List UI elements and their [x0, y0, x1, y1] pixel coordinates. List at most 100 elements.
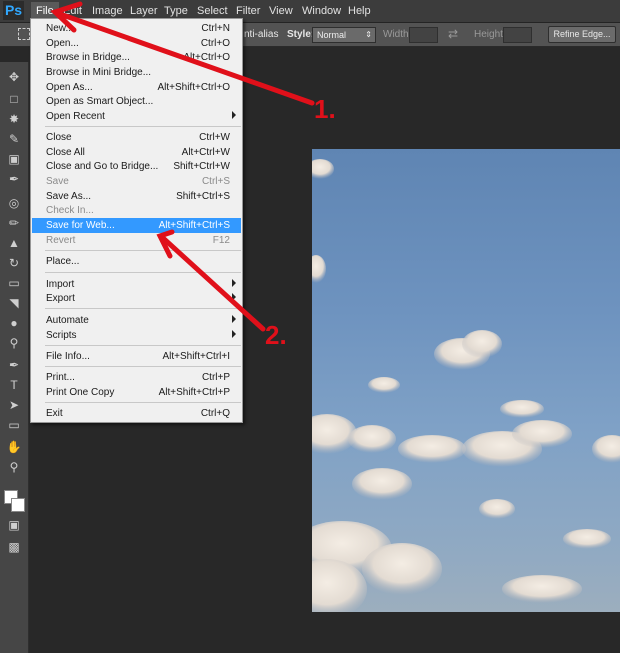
menu-separator — [45, 250, 241, 251]
menu-help[interactable]: Help — [348, 4, 371, 18]
blur-tool-icon[interactable]: ● — [6, 316, 22, 330]
menu-item-label: Open... — [46, 38, 79, 49]
menu-item-label: Open Recent — [46, 111, 105, 122]
refine-edge-button[interactable]: Refine Edge... — [548, 26, 616, 43]
brush-tool-icon[interactable]: ✏ — [6, 216, 22, 230]
menu-item-browse-mini-bridge[interactable]: Browse in Mini Bridge... — [32, 65, 241, 80]
submenu-arrow-icon — [232, 279, 236, 287]
menu-item-browse-bridge[interactable]: Browse in Bridge... Alt+Ctrl+O — [32, 50, 241, 65]
crop-tool-icon[interactable]: ▣ — [6, 152, 22, 166]
menu-item-shortcut: Shift+Ctrl+W — [173, 161, 230, 172]
menu-item-open-as[interactable]: Open As... Alt+Shift+Ctrl+O — [32, 80, 241, 95]
menu-separator — [45, 402, 241, 403]
menu-item-label: Revert — [46, 235, 76, 246]
menu-item-close-go-bridge[interactable]: Close and Go to Bridge... Shift+Ctrl+W — [32, 159, 241, 174]
menu-item-label: Browse in Bridge... — [46, 52, 130, 63]
menu-item-automate[interactable]: Automate — [32, 313, 241, 328]
menu-item-shortcut: Ctrl+Q — [200, 408, 230, 419]
menu-item-place[interactable]: Place... — [32, 254, 241, 269]
menu-item-shortcut: Alt+Ctrl+W — [181, 147, 230, 158]
eraser-tool-icon[interactable]: ▭ — [6, 276, 22, 290]
hand-tool-icon[interactable]: ✋ — [6, 440, 22, 454]
menu-item-shortcut: Ctrl+N — [201, 23, 230, 34]
menu-image[interactable]: Image — [92, 4, 123, 18]
menu-select[interactable]: Select — [197, 4, 228, 18]
lasso-tool-icon[interactable]: ✸ — [6, 112, 22, 126]
menu-separator — [45, 272, 241, 273]
menu-item-print[interactable]: Print... Ctrl+P — [32, 370, 241, 385]
menu-edit[interactable]: Edit — [63, 4, 82, 18]
menu-item-scripts[interactable]: Scripts — [32, 328, 241, 343]
menu-window[interactable]: Window — [302, 4, 341, 18]
menu-item-new[interactable]: New... Ctrl+N — [32, 21, 241, 36]
menu-item-check-in[interactable]: Check In... — [32, 203, 241, 218]
step-2-label: 2. — [265, 320, 287, 350]
type-tool-icon[interactable]: T — [6, 378, 22, 392]
menu-filter[interactable]: Filter — [236, 4, 260, 18]
menu-type[interactable]: Type — [164, 4, 188, 18]
menu-item-shortcut: Shift+Ctrl+S — [176, 191, 230, 202]
menu-item-shortcut: Alt+Shift+Ctrl+O — [157, 82, 230, 93]
marquee-options-icon[interactable] — [18, 28, 30, 40]
menu-item-shortcut: Ctrl+P — [201, 372, 230, 383]
menu-item-label: Automate — [46, 315, 89, 326]
menu-item-shortcut: Alt+Ctrl+O — [183, 52, 230, 63]
menu-item-label: Place... — [46, 256, 80, 267]
photoshop-logo: Ps — [3, 1, 24, 20]
style-label: Style: — [287, 29, 315, 40]
style-value: Normal — [317, 30, 347, 40]
menu-item-shortcut: Ctrl+O — [200, 38, 230, 49]
menu-item-save[interactable]: Save Ctrl+S — [32, 174, 241, 189]
height-field[interactable] — [503, 27, 532, 43]
path-selection-tool-icon[interactable]: ➤ — [6, 398, 22, 412]
menu-item-label: Save for Web... — [46, 220, 115, 231]
rectangle-tool-icon[interactable]: ▭ — [6, 418, 22, 432]
menu-item-revert[interactable]: Revert F12 — [32, 233, 241, 248]
menu-item-save-as[interactable]: Save As... Shift+Ctrl+S — [32, 189, 241, 204]
menu-item-save-for-web[interactable]: Save for Web... Alt+Shift+Ctrl+S — [32, 218, 241, 233]
menu-item-shortcut: F12 — [212, 235, 230, 246]
pen-tool-icon[interactable]: ✒ — [6, 358, 22, 372]
menu-item-open-smart-object[interactable]: Open as Smart Object... — [32, 94, 241, 109]
menu-separator — [45, 308, 241, 309]
menu-layer[interactable]: Layer — [130, 4, 158, 18]
eyedropper-tool-icon[interactable]: ✒ — [6, 172, 22, 186]
quick-select-tool-icon[interactable]: ✎ — [6, 132, 22, 146]
style-select[interactable]: Normal ⇕ — [312, 27, 376, 43]
menu-item-export[interactable]: Export — [32, 291, 241, 306]
menu-item-exit[interactable]: Exit Ctrl+Q — [32, 406, 241, 421]
menu-item-label: Open As... — [46, 82, 93, 93]
menu-item-label: Browse in Mini Bridge... — [46, 67, 152, 78]
menu-item-open-recent[interactable]: Open Recent — [32, 109, 241, 124]
zoom-tool-icon[interactable]: ⚲ — [6, 460, 22, 474]
menu-item-print-one-copy[interactable]: Print One Copy Alt+Shift+Ctrl+P — [32, 385, 241, 400]
screen-mode-icon[interactable]: ▩ — [6, 540, 22, 554]
menu-item-label: Close — [46, 132, 72, 143]
quick-mask-icon[interactable]: ▣ — [6, 518, 22, 532]
background-color-swatch[interactable] — [11, 498, 25, 512]
height-label: Height: — [474, 29, 506, 40]
menu-view[interactable]: View — [269, 4, 293, 18]
clone-stamp-tool-icon[interactable]: ▲ — [6, 236, 22, 250]
swap-icon[interactable]: ⇄ — [448, 27, 458, 41]
submenu-arrow-icon — [232, 111, 236, 119]
menu-item-import[interactable]: Import — [32, 277, 241, 292]
menu-item-file-info[interactable]: File Info... Alt+Shift+Ctrl+I — [32, 349, 241, 364]
menu-item-label: Save — [46, 176, 69, 187]
healing-brush-tool-icon[interactable]: ◎ — [6, 196, 22, 210]
antialias-label[interactable]: nti-alias — [244, 29, 278, 40]
paint-bucket-tool-icon[interactable]: ◥ — [6, 296, 22, 310]
sky-photo — [312, 159, 620, 612]
menu-item-shortcut: Ctrl+W — [199, 132, 230, 143]
history-brush-tool-icon[interactable]: ↻ — [6, 256, 22, 270]
width-label: Width: — [383, 29, 412, 40]
marquee-tool-icon[interactable]: □ — [6, 92, 22, 106]
width-field[interactable] — [409, 27, 438, 43]
menu-item-close-all[interactable]: Close All Alt+Ctrl+W — [32, 145, 241, 160]
menu-item-open[interactable]: Open... Ctrl+O — [32, 36, 241, 51]
menu-item-label: Print One Copy — [46, 387, 115, 398]
move-tool-icon[interactable]: ✥ — [6, 70, 22, 84]
menu-item-label: Exit — [46, 408, 63, 419]
dodge-tool-icon[interactable]: ⚲ — [6, 336, 22, 350]
menu-item-close[interactable]: Close Ctrl+W — [32, 130, 241, 145]
